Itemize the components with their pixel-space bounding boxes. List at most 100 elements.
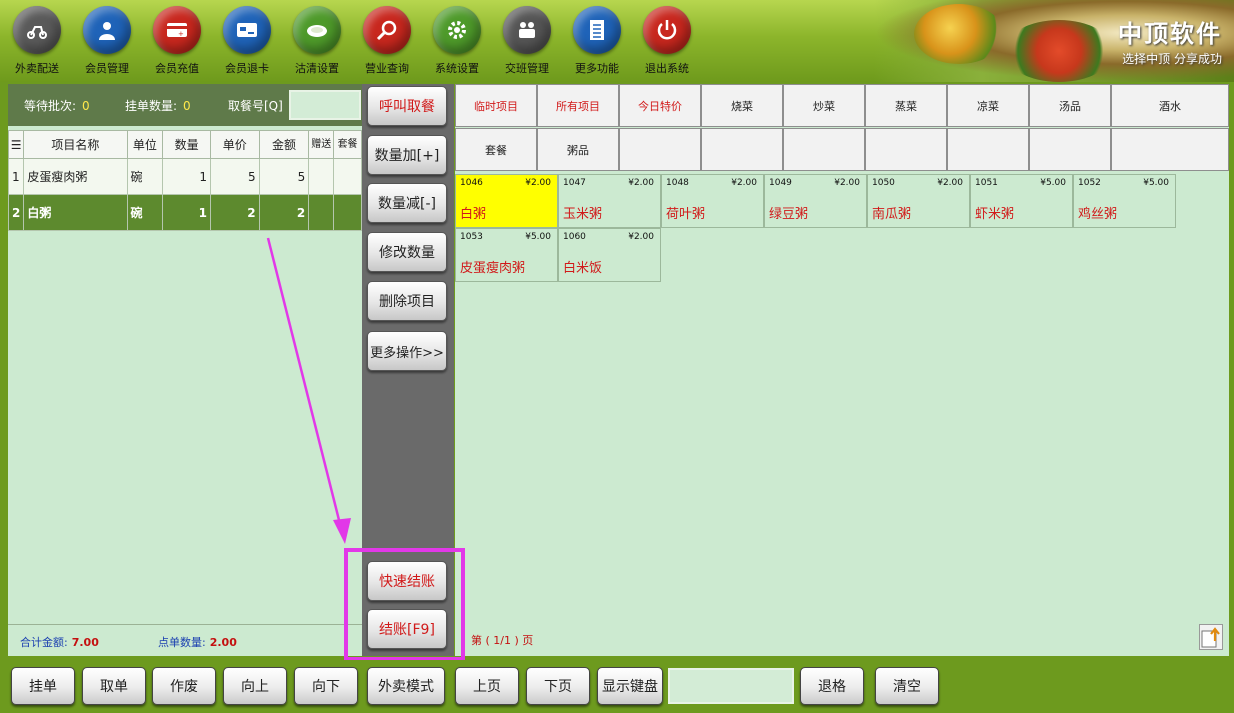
menu-item-card[interactable]: 1051 ¥5.00 虾米粥 [970, 174, 1073, 228]
toolbar-label: 会员充值 [155, 62, 199, 75]
page-up-button[interactable] [1199, 624, 1223, 650]
delete-item-button[interactable]: 删除项目 [367, 281, 447, 321]
item-price: ¥2.00 [731, 178, 757, 188]
order-panel-header: 等待批次: 0 挂单数量: 0 取餐号[Q] [8, 84, 362, 126]
item-code: 1046 [460, 178, 483, 188]
more-functions-button[interactable]: 更多功能 [564, 6, 630, 78]
member-card-return-button[interactable]: 会员退卡 [214, 6, 280, 78]
item-code: 1060 [563, 232, 586, 242]
show-keyboard-button[interactable]: 显示键盘 [597, 667, 663, 705]
menu-item-card[interactable]: 1049 ¥2.00 绿豆粥 [764, 174, 867, 228]
list-document-icon [573, 6, 621, 54]
member-recharge-button[interactable]: + 会员充值 [144, 6, 210, 78]
menu-item-card[interactable]: 1047 ¥2.00 玉米粥 [558, 174, 661, 228]
card-return-icon [223, 6, 271, 54]
waiting-batch-status: 等待批次: 0 [24, 99, 90, 113]
pickup-number-input[interactable] [289, 90, 361, 120]
quantity-minus-button[interactable]: 数量减[-] [367, 183, 447, 223]
category-all-items[interactable]: 所有项目 [537, 84, 619, 127]
takeout-mode-button[interactable]: 外卖模式 [367, 667, 445, 705]
category-soup[interactable]: 汤品 [1029, 84, 1111, 127]
void-button[interactable]: 作废 [152, 667, 216, 705]
menu-item-card[interactable]: 1052 ¥5.00 鸡丝粥 [1073, 174, 1176, 228]
category-steamed[interactable]: 蒸菜 [865, 84, 947, 127]
category-empty[interactable] [1111, 128, 1229, 171]
category-drinks[interactable]: 酒水 [1111, 84, 1229, 127]
qty-cell: 1 [162, 158, 211, 195]
brand-banner: 中顶软件 选择中顶 分享成功 [874, 0, 1234, 82]
category-daily-special[interactable]: 今日特价 [619, 84, 701, 127]
item-price: ¥2.00 [525, 178, 551, 188]
backspace-button[interactable]: 退格 [800, 667, 864, 705]
menu-item-card[interactable]: 1060 ¥2.00 白米饭 [558, 228, 661, 282]
toolbar-label: 系统设置 [435, 62, 479, 75]
sold-out-settings-button[interactable]: 沽清设置 [284, 6, 350, 78]
toolbar-label: 更多功能 [575, 62, 619, 75]
recharge-card-icon: + [153, 6, 201, 54]
order-count: 点单数量: 2.00 [158, 636, 237, 649]
clear-button[interactable]: 清空 [875, 667, 939, 705]
retrieve-order-button[interactable]: 取单 [82, 667, 146, 705]
item-price: ¥5.00 [1040, 178, 1066, 188]
shift-management-button[interactable]: 交班管理 [494, 6, 560, 78]
menu-item-card[interactable]: 1048 ¥2.00 荷叶粥 [661, 174, 764, 228]
next-page-button[interactable]: 下页 [526, 667, 590, 705]
more-operations-button[interactable]: 更多操作>> [367, 331, 447, 371]
delivery-button[interactable]: 外卖配送 [4, 6, 70, 78]
brand-slogan: 选择中顶 分享成功 [1122, 52, 1222, 66]
menu-item-card[interactable]: 1046 ¥2.00 白粥 [455, 174, 558, 228]
hold-order-button[interactable]: 挂单 [11, 667, 75, 705]
total-amount: 合计金额: 7.00 [20, 636, 99, 649]
item-name: 玉米粥 [563, 207, 603, 222]
menu-item-card[interactable]: 1050 ¥2.00 南瓜粥 [867, 174, 970, 228]
member-management-button[interactable]: 会员管理 [74, 6, 140, 78]
business-query-button[interactable]: 营业查询 [354, 6, 420, 78]
item-price: ¥5.00 [525, 232, 551, 242]
move-up-button[interactable]: 向上 [223, 667, 287, 705]
category-porridge[interactable]: 粥品 [537, 128, 619, 171]
category-empty[interactable] [865, 128, 947, 171]
column-header-menu[interactable]: ☰ [7, 130, 25, 159]
pickup-number-label: 取餐号[Q] [228, 99, 283, 113]
toolbar-label: 营业查询 [365, 62, 409, 75]
quantity-plus-button[interactable]: 数量加[+] [367, 135, 447, 175]
call-pickup-button[interactable]: 呼叫取餐 [367, 86, 447, 126]
vegetable-decoration [914, 4, 1004, 64]
table-row-selected[interactable]: 2 白粥 碗 1 2 2 [7, 194, 362, 231]
system-settings-button[interactable]: 系统设置 [424, 6, 490, 78]
unit-cell: 碗 [126, 158, 164, 195]
seafood-decoration [1004, 20, 1114, 82]
toolbar-label: 会员退卡 [225, 62, 269, 75]
item-name: 皮蛋瘦肉粥 [460, 261, 526, 276]
previous-page-button[interactable]: 上页 [455, 667, 519, 705]
item-name: 白粥 [460, 207, 487, 222]
table-row[interactable]: 1 皮蛋瘦肉粥 碗 1 5 5 [7, 158, 362, 195]
brand-name: 中顶软件 [1118, 20, 1222, 48]
category-set-meal[interactable]: 套餐 [455, 128, 537, 171]
column-header-name: 项目名称 [23, 130, 128, 159]
category-empty[interactable] [619, 128, 701, 171]
hold-count-status: 挂单数量: 0 [125, 99, 191, 113]
category-empty[interactable] [1029, 128, 1111, 171]
power-icon [643, 6, 691, 54]
search-code-input[interactable] [668, 668, 794, 704]
toolbar-label: 交班管理 [505, 62, 549, 75]
category-stir-fried[interactable]: 炒菜 [783, 84, 865, 127]
item-code: 1052 [1078, 178, 1101, 188]
category-temp-items[interactable]: 临时项目 [455, 84, 537, 127]
plate-icon [293, 6, 341, 54]
category-braised[interactable]: 烧菜 [701, 84, 783, 127]
category-empty[interactable] [947, 128, 1029, 171]
set-meal-cell [333, 194, 362, 231]
edit-quantity-button[interactable]: 修改数量 [367, 232, 447, 272]
svg-text:+: + [178, 30, 184, 38]
exit-system-button[interactable]: 退出系统 [634, 6, 700, 78]
category-empty[interactable] [701, 128, 783, 171]
menu-item-card[interactable]: 1053 ¥5.00 皮蛋瘦肉粥 [455, 228, 558, 282]
category-cold-dishes[interactable]: 凉菜 [947, 84, 1029, 127]
member-user-icon [83, 6, 131, 54]
magnifier-icon [363, 6, 411, 54]
page-indicator: 第 ( 1/1 ) 页 [471, 634, 534, 647]
move-down-button[interactable]: 向下 [294, 667, 358, 705]
category-empty[interactable] [783, 128, 865, 171]
